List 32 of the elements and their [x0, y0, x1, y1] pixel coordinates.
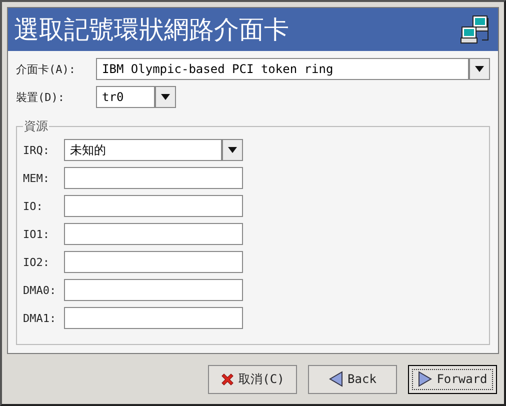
input-field[interactable] [64, 279, 243, 301]
input-field[interactable] [64, 195, 243, 217]
field-label: IO2: [23, 256, 50, 268]
irq-combo-field[interactable]: 未知的 [64, 139, 222, 161]
caret-icon [161, 94, 170, 100]
device-label: 裝置(D): [16, 90, 66, 104]
cancel-button[interactable]: 取消(C) [208, 364, 297, 394]
left-triangle-icon [328, 371, 343, 387]
device-combo-field[interactable]: tr0 [96, 86, 155, 108]
close-icon [220, 372, 234, 386]
caret-icon [475, 66, 484, 72]
field-label: DMA1: [23, 312, 58, 324]
field-label: IRQ: [23, 144, 50, 156]
forward-button[interactable]: Forward [408, 364, 497, 394]
input-field[interactable] [64, 223, 243, 245]
group-title: 資源 [23, 118, 49, 135]
adapter-label: 介面卡(A): [16, 62, 76, 76]
field-label: MEM: [23, 172, 50, 184]
right-triangle-icon [418, 371, 432, 387]
field-label: IO1: [23, 228, 50, 240]
input-field[interactable] [64, 167, 243, 189]
input-field[interactable] [64, 251, 243, 273]
back-button[interactable]: Back [308, 364, 397, 394]
caret-icon [228, 147, 237, 153]
dropdown-button[interactable] [469, 58, 490, 80]
adapter-combo-field[interactable]: IBM Olympic-based PCI token ring [96, 58, 469, 80]
dropdown-button[interactable] [222, 139, 243, 161]
field-label: DMA0: [23, 284, 58, 296]
field-label: IO: [23, 200, 44, 212]
dialog-title: 選取記號環狀網路介面卡 [14, 14, 289, 46]
dropdown-button[interactable] [155, 86, 176, 108]
input-field[interactable] [64, 307, 243, 329]
